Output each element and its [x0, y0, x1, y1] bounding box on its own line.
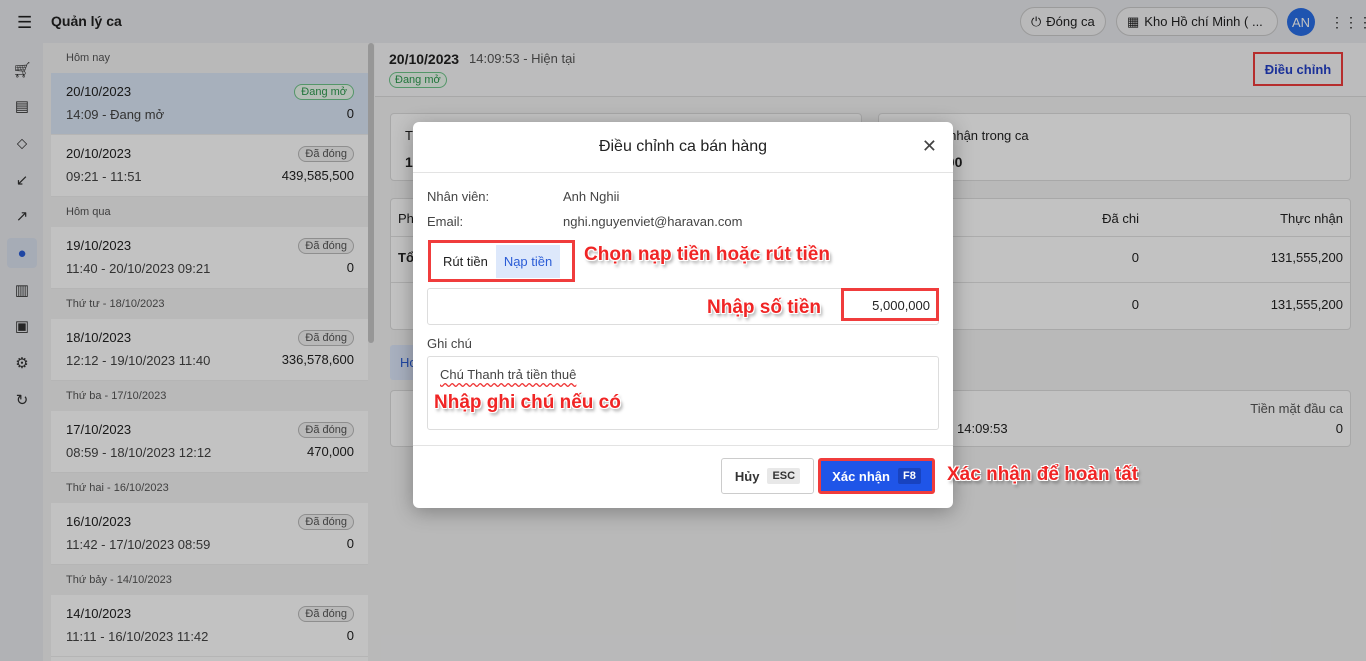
note-text: Chú Thanh trả tiền thuê: [440, 367, 577, 382]
annotation-choose-type: Chọn nạp tiền hoặc rút tiền: [584, 244, 830, 265]
esc-key-hint: ESC: [767, 468, 801, 484]
transaction-type-toggle: Rút tiền Nạp tiền: [428, 240, 575, 282]
employee-value: Anh Nghii: [563, 189, 620, 204]
f8-key-hint: F8: [897, 468, 921, 484]
confirm-label: Xác nhận: [832, 468, 890, 484]
annotation-note: Nhập ghi chú nếu có: [434, 392, 621, 413]
adjust-shift-dialog: Điều chỉnh ca bán hàng ✕ Nhân viên: Anh …: [413, 122, 953, 508]
employee-label: Nhân viên:: [427, 189, 490, 204]
deposit-option[interactable]: Nạp tiền: [495, 244, 561, 278]
close-icon[interactable]: ✕: [922, 136, 937, 157]
annotation-confirm: Xác nhận để hoàn tất: [947, 464, 1139, 485]
dialog-title: Điều chỉnh ca bán hàng: [598, 138, 768, 155]
amount-input[interactable]: 5,000,000: [841, 288, 939, 321]
email-value: nghi.nguyenviet@haravan.com: [563, 214, 743, 229]
email-label: Email:: [427, 214, 464, 229]
confirm-button[interactable]: Xác nhận F8: [818, 458, 935, 494]
cancel-button[interactable]: Hủy ESC: [721, 458, 814, 494]
annotation-amount: Nhập số tiền: [707, 297, 822, 318]
withdraw-option[interactable]: Rút tiền: [435, 245, 496, 278]
note-label: Ghi chú: [427, 336, 472, 351]
cancel-label: Hủy: [734, 468, 760, 484]
